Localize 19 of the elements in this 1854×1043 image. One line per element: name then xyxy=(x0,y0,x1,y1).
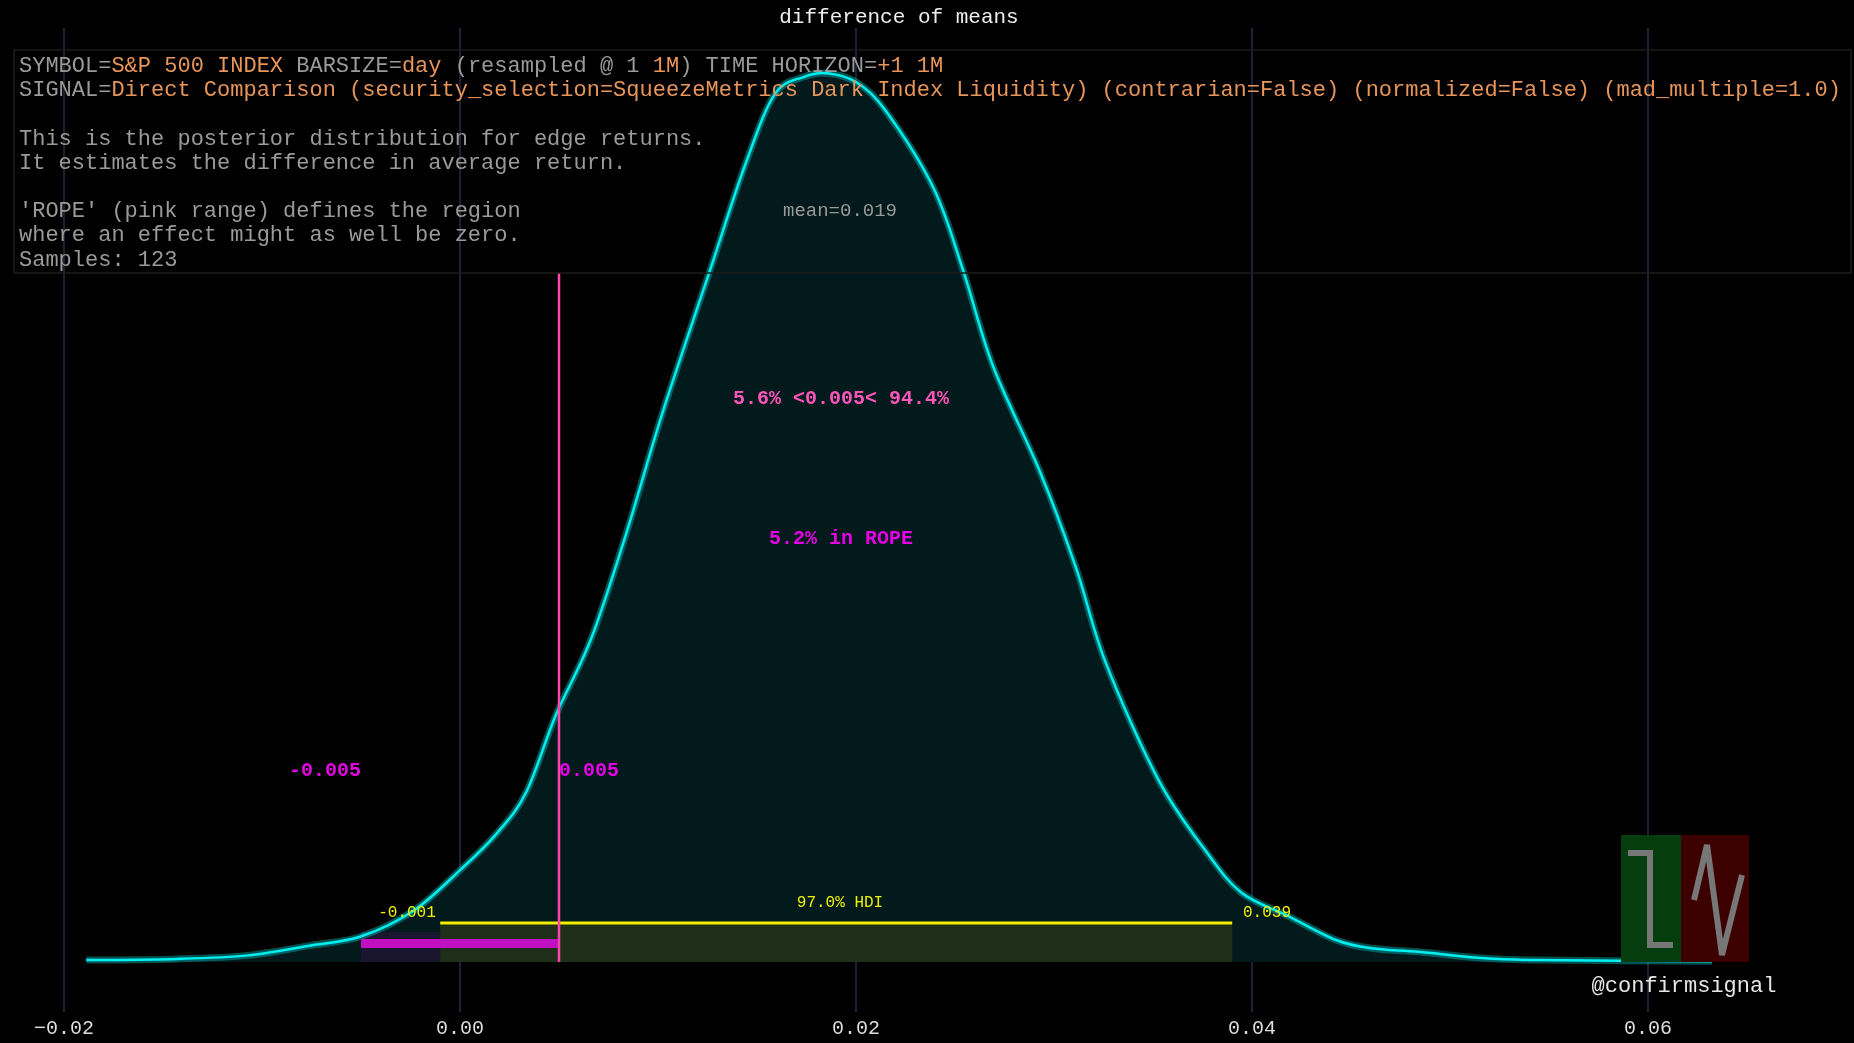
x-tick-label: −0.02 xyxy=(34,1017,94,1040)
chart-title: difference of means xyxy=(779,6,1019,29)
credit-handle: @confirmsignal xyxy=(1591,974,1777,999)
rope-label: 5.2% in ROPE xyxy=(769,527,913,550)
info-line: It estimates the difference in average return. xyxy=(19,150,627,176)
x-tick-label: 0.04 xyxy=(1228,1017,1276,1040)
rope-low-label: -0.005 xyxy=(289,759,361,782)
x-tick-label: 0.00 xyxy=(436,1017,484,1040)
probability-label: 5.6% <0.005< 94.4% xyxy=(733,387,949,410)
rope-high-label: 0.005 xyxy=(559,759,619,782)
info-line: 'ROPE' (pink range) defines the region xyxy=(19,199,521,225)
hdi-label: 97.0% HDI xyxy=(796,894,884,912)
info-line: where an effect might as well be zero. xyxy=(19,223,521,249)
x-tick-label: 0.02 xyxy=(832,1017,880,1040)
mean-label: mean=0.019 xyxy=(783,200,897,222)
info-line: This is the posterior distribution for edge returns. xyxy=(19,126,706,152)
info-line: SYMBOL=S&P 500 INDEX BARSIZE=day (resampled @ 1 1M) TIME HORIZON=+1 1M xyxy=(19,54,944,79)
info-line: Samples: 123 xyxy=(19,247,178,273)
x-tick-label: 0.06 xyxy=(1624,1017,1672,1040)
